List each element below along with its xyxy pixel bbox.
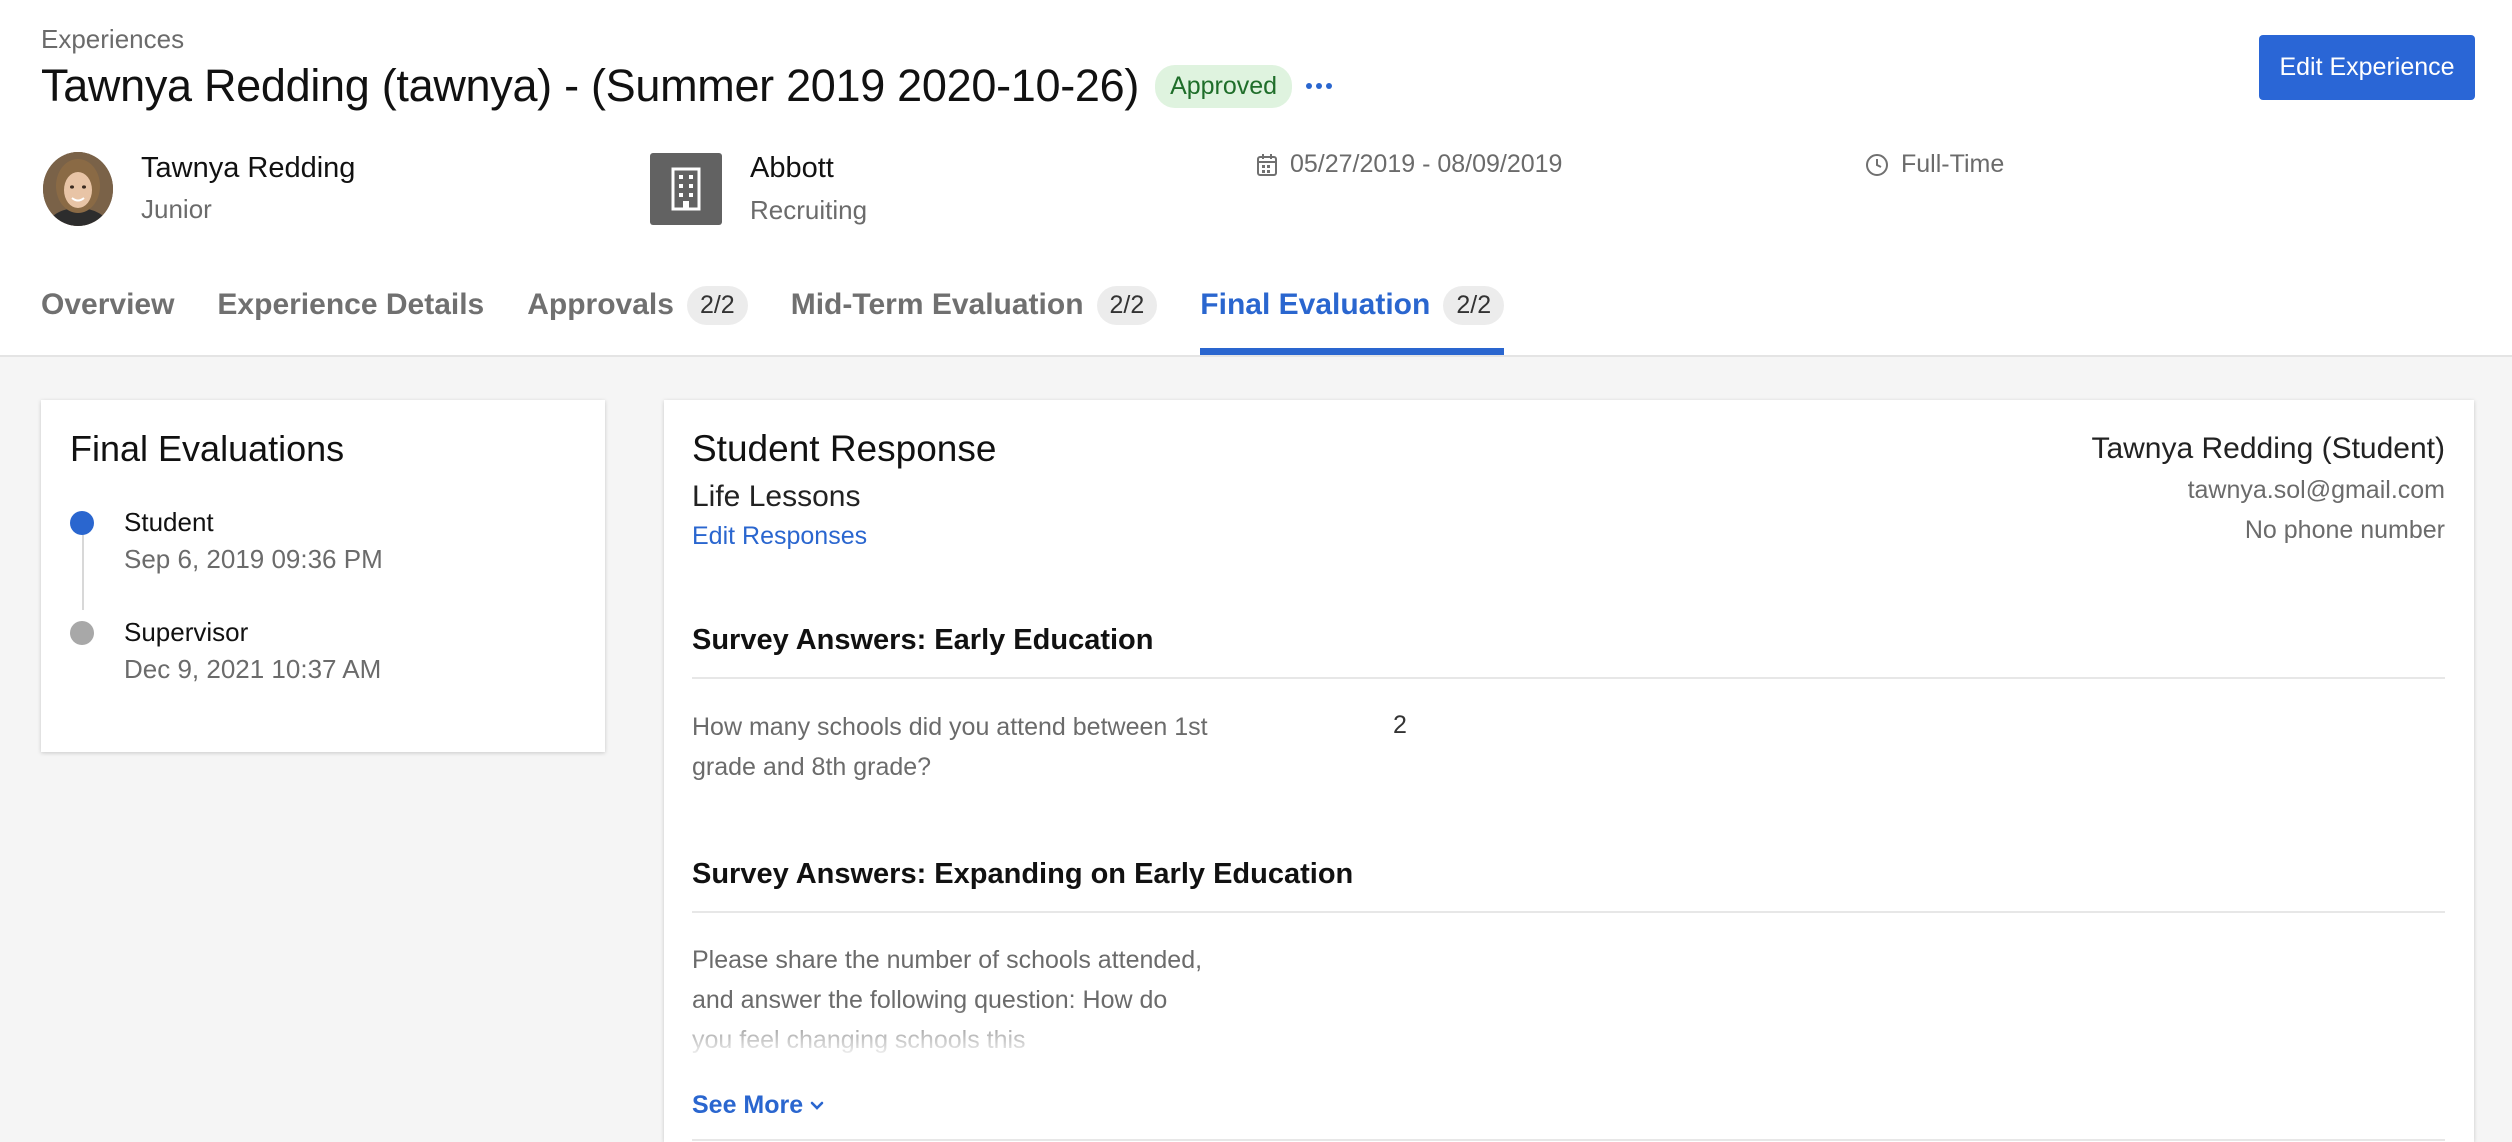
edit-experience-button[interactable]: Edit Experience — [2259, 35, 2475, 100]
tab-count-badge: 2/2 — [686, 286, 748, 325]
final-evaluations-card: Final Evaluations Student Sep 6, 2019 09… — [41, 400, 605, 752]
student-year: Junior — [141, 194, 212, 224]
tab-label: Final Evaluation — [1200, 288, 1431, 321]
survey-question: How many schools did you attend between … — [692, 713, 1208, 781]
clock-icon — [1866, 153, 1888, 176]
date-range-text: 05/27/2019 - 08/09/2019 — [1290, 150, 1563, 178]
status-dot-complete — [70, 511, 94, 535]
final-evaluations-title: Final Evaluations — [70, 428, 345, 469]
tab-experience-details[interactable]: Experience Details — [217, 288, 484, 355]
tab-mid-term-evaluation[interactable]: Mid-Term Evaluation 2/2 — [790, 286, 1158, 355]
tab-count-badge: 2/2 — [1096, 286, 1158, 325]
survey-question: Please share the number of schools atten… — [692, 946, 1203, 1054]
evaluation-role[interactable]: Supervisor — [124, 617, 248, 648]
evaluation-role[interactable]: Student — [124, 507, 214, 538]
status-badge: Approved — [1155, 64, 1293, 108]
student-name[interactable]: Tawnya Redding — [141, 152, 355, 185]
section-divider — [692, 677, 2445, 679]
avatar — [43, 152, 113, 226]
more-options-icon[interactable] — [1306, 76, 1333, 96]
calendar-icon — [1257, 153, 1277, 176]
student-response-card: Student Response Life Lessons Edit Respo… — [664, 400, 2474, 1142]
tab-bar: Overview Experience Details Approvals 2/… — [41, 286, 1547, 355]
timeline-connector — [82, 530, 84, 610]
response-subtitle: Life Lessons — [692, 480, 861, 513]
building-icon — [650, 153, 722, 225]
contact-name: Tawnya Redding (Student) — [2091, 432, 2445, 465]
chevron-down-icon — [810, 1101, 824, 1110]
tab-approvals[interactable]: Approvals 2/2 — [527, 286, 748, 355]
tab-count-badge: 2/2 — [1443, 286, 1505, 325]
status-dot-inactive — [70, 621, 94, 645]
breadcrumb[interactable]: Experiences — [41, 24, 184, 55]
survey-answer: 2 — [1393, 711, 1407, 739]
title-row: Tawnya Redding (tawnya) - (Summer 2019 2… — [41, 60, 1333, 112]
tab-label: Mid-Term Evaluation — [790, 288, 1084, 321]
section-title: Survey Answers: Early Education — [692, 624, 1154, 656]
evaluation-date: Dec 9, 2021 10:37 AM — [124, 654, 382, 684]
employment-type: Full-Time — [1865, 150, 2004, 179]
section-divider — [692, 1139, 2445, 1141]
contact-email: tawnya.sol@gmail.com — [2187, 476, 2445, 504]
tab-label: Overview — [41, 288, 175, 321]
see-more-button[interactable]: See More — [692, 1091, 825, 1120]
tab-label: Experience Details — [217, 288, 485, 321]
contact-phone: No phone number — [2244, 516, 2445, 544]
section-divider — [692, 911, 2445, 913]
section-title: Survey Answers: Expanding on Early Educa… — [692, 858, 1354, 890]
response-title: Student Response — [692, 428, 997, 469]
see-more-label: See More — [692, 1091, 804, 1119]
employer-department: Recruiting — [750, 195, 868, 225]
employer-name[interactable]: Abbott — [750, 152, 834, 185]
page-title: Tawnya Redding (tawnya) - (Summer 2019 2… — [41, 60, 1140, 111]
tab-overview[interactable]: Overview — [41, 288, 174, 355]
tab-final-evaluation[interactable]: Final Evaluation 2/2 — [1200, 286, 1505, 355]
page-header: Experiences Tawnya Redding (tawnya) - (S… — [0, 0, 2512, 357]
edit-responses-link[interactable]: Edit Responses — [692, 522, 867, 551]
date-range: 05/27/2019 - 08/09/2019 — [1256, 150, 1562, 179]
evaluation-date: Sep 6, 2019 09:36 PM — [124, 544, 383, 574]
employment-type-text: Full-Time — [1901, 150, 2005, 178]
tab-label: Approvals — [527, 288, 674, 321]
